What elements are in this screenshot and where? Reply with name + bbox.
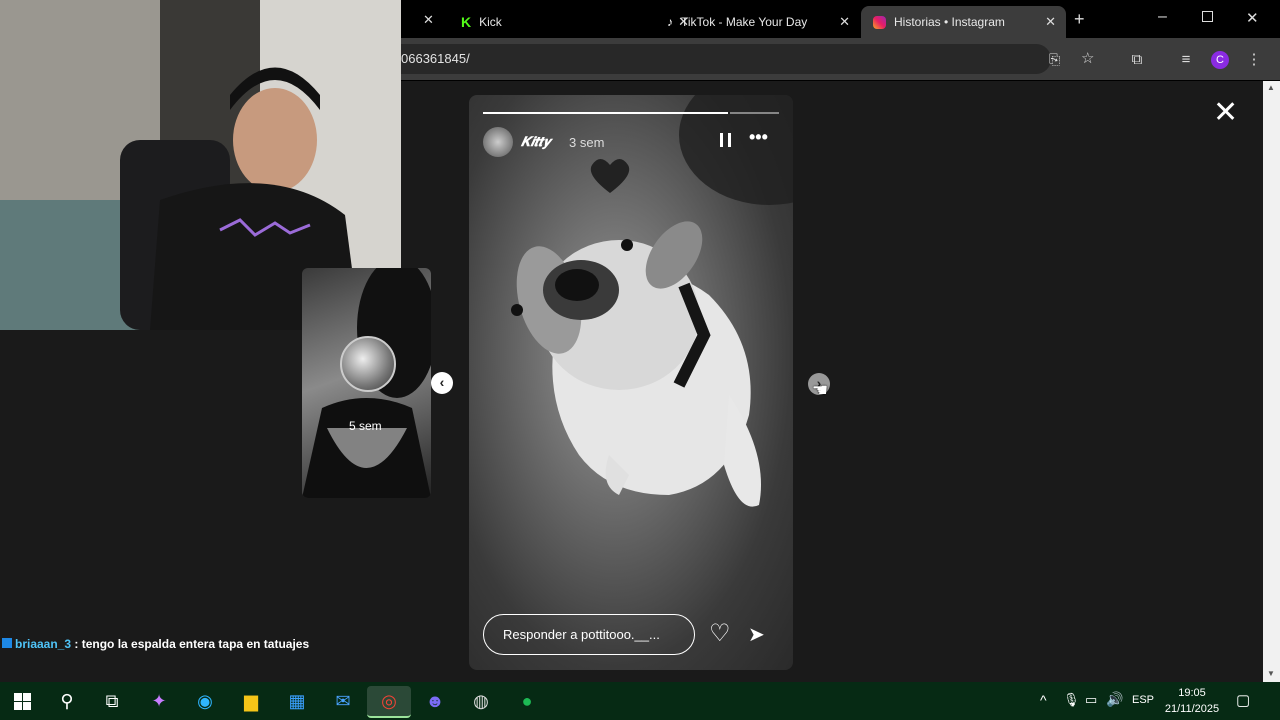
taskbar: ⚲ ⧉ ✦ ◉ ▆ ▦ ✉ ◎ ☻ ◍ ● ^ 🎙 ▭ 🔊 ESP 19:05 … — [0, 682, 1280, 720]
previous-story-button[interactable]: ‹ — [431, 372, 453, 394]
story-time: 3 sem — [569, 135, 605, 150]
minimize-icon[interactable]: – — [1158, 8, 1167, 26]
microphone-icon[interactable]: 🎙 — [1063, 692, 1080, 708]
tab-label: Historias • Instagram — [894, 15, 1005, 29]
file-explorer-icon[interactable]: ▆ — [236, 686, 266, 716]
prev-story-avatar — [340, 336, 396, 392]
story-username[interactable]: 𝑲𝒊𝒕𝒕𝒚 — [521, 134, 551, 150]
network-icon[interactable]: ▭ — [1085, 692, 1097, 708]
clock-date: 21/11/2025 — [1164, 703, 1220, 715]
volume-icon[interactable]: 🔊 — [1106, 691, 1123, 708]
story-image — [511, 95, 793, 507]
stream-chat-message: briaaan_3 : tengo la espalda entera tapa… — [2, 637, 309, 651]
language-indicator[interactable]: ESP — [1132, 694, 1154, 706]
bookmark-star-icon[interactable]: ☆ — [1081, 44, 1094, 74]
more-options-icon[interactable]: ••• — [749, 127, 768, 148]
profile-avatar[interactable]: C — [1211, 51, 1229, 69]
obs-icon[interactable]: ◍ — [466, 686, 496, 716]
spotify-icon[interactable]: ● — [512, 686, 542, 716]
edge-icon[interactable]: ◉ — [190, 686, 220, 716]
store-icon[interactable]: ▦ — [282, 686, 312, 716]
previous-story-preview[interactable]: 5 sem — [302, 268, 431, 498]
search-icon[interactable]: ⚲ — [52, 686, 82, 716]
share-send-icon[interactable]: ➤ — [748, 622, 765, 647]
mouse-cursor-icon: ☚ — [812, 380, 829, 400]
chat-badge-icon — [2, 638, 12, 648]
tab-strip: ✕ K Kick ✕ ♪ TikTok - Make Your Day ✕ Hi… — [401, 0, 1280, 38]
pause-icon[interactable] — [720, 133, 731, 147]
story-progress-bar — [483, 112, 779, 114]
story-avatar[interactable] — [483, 127, 513, 157]
prev-story-time: 5 sem — [349, 419, 382, 433]
discord-icon[interactable]: ☻ — [420, 686, 450, 716]
scrollbar[interactable]: ▲ ▼ — [1263, 81, 1280, 682]
reply-placeholder: Responder a pottitooo.__... — [503, 627, 660, 642]
restore-icon[interactable] — [1202, 11, 1213, 22]
tab-instagram[interactable]: Historias • Instagram ✕ — [861, 6, 1066, 38]
copilot-icon[interactable]: ✦ — [144, 686, 174, 716]
instagram-icon — [873, 15, 886, 29]
tab-close-icon[interactable]: ✕ — [423, 12, 434, 28]
menu-kebab-icon[interactable]: ⋮ — [1245, 51, 1263, 69]
browser-toolbar: 066361845/ ⎘ ☆ ⧉ ≡ C ⋮ — [401, 38, 1280, 80]
install-app-icon[interactable]: ⎘ — [1049, 44, 1060, 74]
tiktok-icon: ♪ — [667, 15, 673, 29]
tab-label: TikTok - Make Your Day — [681, 15, 808, 29]
chrome-icon[interactable]: ◎ — [367, 686, 411, 718]
close-icon[interactable]: ✕ — [839, 14, 850, 30]
close-stories-icon[interactable]: ✕ — [1213, 98, 1238, 128]
notifications-icon[interactable]: ▢ — [1236, 691, 1250, 709]
tab-tiktok[interactable]: ♪ TikTok - Make Your Day ✕ — [655, 6, 860, 38]
address-bar[interactable]: 066361845/ ⎘ ☆ — [401, 44, 1094, 74]
scroll-up-icon[interactable]: ▲ — [1267, 83, 1275, 92]
url-text: 066361845/ — [401, 51, 470, 66]
task-view-icon[interactable]: ⧉ — [97, 686, 127, 716]
story-viewer[interactable]: 𝑲𝒊𝒕𝒕𝒚 3 sem ••• Responder a pottitooo.__… — [469, 95, 793, 670]
chat-text: : tengo la espalda entera tapa en tatuaj… — [74, 637, 310, 651]
windows-start-icon[interactable] — [7, 686, 37, 716]
reply-input[interactable]: Responder a pottitooo.__... — [483, 614, 695, 655]
tab-label: Kick — [479, 15, 502, 29]
new-tab-icon[interactable]: + — [1074, 9, 1085, 30]
mail-icon[interactable]: ✉ — [328, 686, 358, 716]
show-hidden-icons[interactable]: ^ — [1040, 692, 1047, 708]
clock[interactable]: 19:05 21/11/2025 — [1162, 685, 1222, 717]
close-window-icon[interactable]: ✕ — [1246, 9, 1259, 27]
extensions-icon[interactable]: ⧉ — [1128, 51, 1146, 69]
like-heart-icon[interactable]: ♡ — [709, 619, 731, 648]
scroll-down-icon[interactable]: ▼ — [1267, 669, 1275, 678]
media-control-icon[interactable]: ≡ — [1177, 51, 1195, 69]
clock-time: 19:05 — [1178, 687, 1206, 699]
kick-icon: K — [461, 14, 472, 30]
chat-user: briaaan_3 — [15, 637, 72, 651]
close-icon[interactable]: ✕ — [1045, 14, 1056, 30]
